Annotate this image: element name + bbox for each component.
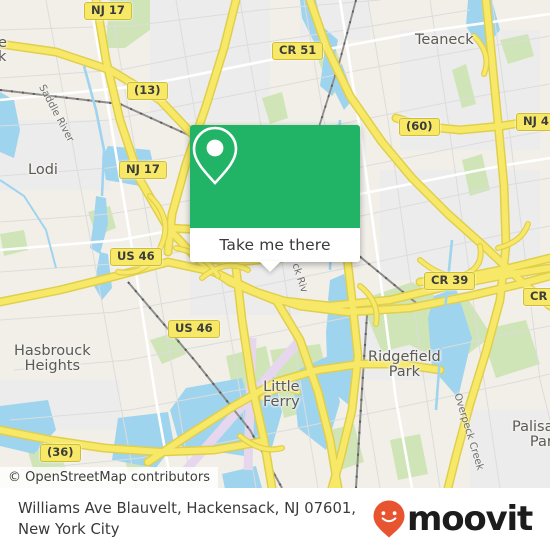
road-shield: US 46 [110,248,162,266]
moovit-map-card: Teaneck Lodi Hasbrouck Heights Little Ferry… [0,0,550,550]
map-canvas[interactable]: Teaneck Lodi Hasbrouck Heights Little Ferry… [0,0,550,488]
road-shield: CR 1 [523,288,550,306]
road-shield: US 46 [168,320,220,338]
popup-icon-area [190,125,360,228]
moovit-brand[interactable]: moovit [372,499,536,539]
osm-attribution[interactable]: © OpenStreetMap contributors [0,467,218,488]
road-shield: NJ 4 [516,113,550,131]
road-shield: (60) [399,118,440,136]
popup-action-area[interactable]: Take me there [190,228,360,262]
map-pin-icon [192,126,238,185]
road-shield: NJ 17 [84,2,132,20]
road-shield: (13) [127,82,168,100]
moovit-wordmark: moovit [406,499,533,539]
popup-pointer-tail [259,261,281,272]
road-shield: CR 39 [424,272,476,290]
take-me-there-label: Take me there [219,236,331,254]
road-shield: NJ 17 [119,161,167,179]
address-text: Williams Ave Blauvelt, Hackensack, NJ 07… [18,500,357,538]
footer-bar: Williams Ave Blauvelt, Hackensack, NJ 07… [0,488,550,550]
road-shield: (36) [40,444,81,462]
road-shield: CR 51 [272,42,324,60]
destination-popup-card[interactable]: Take me there [190,125,360,272]
moovit-pin-icon [373,500,405,538]
